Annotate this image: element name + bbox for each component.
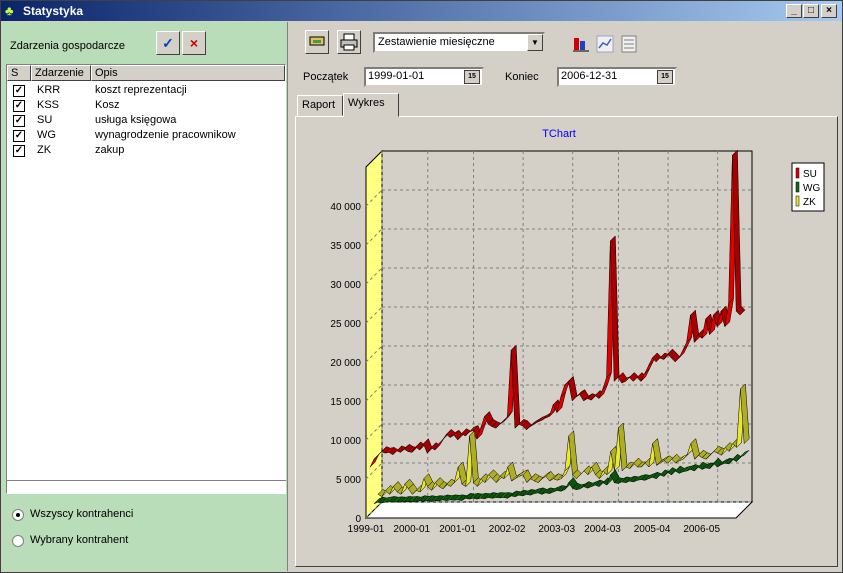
row-checkbox[interactable]: ✓ — [13, 85, 25, 97]
table-row[interactable]: ✓ ZK zakup — [7, 143, 285, 158]
line-chart-button[interactable] — [594, 33, 614, 53]
y-tick-label: 5 000 — [336, 475, 361, 486]
radio-all-contractors[interactable]: Wszyscy kontrahenci — [12, 507, 272, 523]
y-tick-label: 35 000 — [330, 241, 361, 252]
y-tick-label: 25 000 — [330, 319, 361, 330]
y-tick-label: 40 000 — [330, 202, 361, 213]
event-code: SU — [37, 114, 53, 126]
start-date-input[interactable]: 1999-01-01 15 — [364, 67, 484, 87]
events-panel: Zdarzenia gospodarcze ✓ × S Zdarzenie Op… — [2, 22, 288, 571]
event-description: zakup — [95, 144, 125, 156]
chart-tab-panel: TChart 0 5 000 10 000 15 000 20 000 25 000 30 0… — [295, 116, 838, 567]
column-header-zdarzenie[interactable]: Zdarzenie — [31, 65, 91, 81]
window-title: Statystyka — [23, 4, 84, 18]
events-header: Zdarzenia gospodarcze — [10, 40, 125, 52]
y-tick-label: 20 000 — [330, 358, 361, 369]
y-tick-label: 15 000 — [330, 397, 361, 408]
radio-dot[interactable] — [12, 509, 24, 521]
x-tick-label: 2004-03 — [584, 524, 621, 535]
bar-chart-icon — [573, 38, 589, 52]
statystyka-window: ♣ Statystyka _ □ × Zdarzenia gospodarcze… — [0, 0, 843, 573]
legend-swatch — [795, 195, 800, 207]
table-row[interactable]: ✓ KSS Kosz — [7, 98, 285, 113]
end-date-label: Koniec — [505, 71, 539, 83]
close-button[interactable]: × — [821, 4, 837, 18]
print-button[interactable] — [337, 30, 361, 54]
calendar-icon[interactable]: 15 — [657, 70, 673, 84]
maximize-button[interactable]: □ — [803, 4, 819, 18]
event-description: usługa księgowa — [95, 114, 177, 126]
legend-label: SU — [803, 169, 817, 180]
chart-title: TChart — [542, 128, 576, 140]
chevron-down-icon[interactable]: ▼ — [527, 34, 543, 51]
reject-button[interactable]: × — [182, 31, 206, 55]
x-tick-label: 2003-03 — [538, 524, 575, 535]
event-description: Kosz — [95, 99, 120, 111]
x-tick-label: 2000-01 — [393, 524, 430, 535]
minimize-button[interactable]: _ — [786, 4, 802, 18]
radio-label: Wszyscy kontrahenci — [30, 508, 134, 520]
bar-chart-button[interactable] — [570, 33, 590, 53]
radio-label: Wybrany kontrahent — [30, 534, 129, 546]
x-tick-label: 2001-01 — [439, 524, 476, 535]
contractor-filter: Wszyscy kontrahenci Wybrany kontrahent — [6, 480, 286, 569]
x-tick-label: 2005-04 — [634, 524, 671, 535]
row-checkbox[interactable]: ✓ — [13, 100, 25, 112]
calendar-icon[interactable]: 15 — [464, 70, 480, 84]
title-bar[interactable]: ♣ Statystyka _ □ × — [1, 1, 842, 21]
event-code: ZK — [37, 144, 52, 156]
table-row[interactable]: ✓ KRR koszt reprezentacji — [7, 83, 285, 98]
start-date-value: 1999-01-01 — [368, 70, 425, 82]
legend-swatch — [795, 181, 800, 193]
tab-wykres[interactable]: Wykres — [343, 93, 399, 117]
event-description: wynagrodzenie pracownikow — [95, 129, 236, 141]
y-tick-label: 30 000 — [330, 280, 361, 291]
radio-selected-contractor[interactable]: Wybrany kontrahent — [12, 533, 272, 549]
table-row[interactable]: ✓ SU usługa księgowa — [7, 113, 285, 128]
refresh-button[interactable] — [305, 30, 329, 54]
floor — [364, 501, 754, 519]
event-code: WG — [37, 129, 56, 141]
column-header-s[interactable]: S — [7, 65, 31, 81]
row-checkbox[interactable]: ✓ — [13, 145, 25, 157]
accept-button[interactable]: ✓ — [156, 31, 180, 55]
row-checkbox[interactable]: ✓ — [13, 130, 25, 142]
events-grid[interactable]: S Zdarzenie Opis ✓ KRR koszt reprezentacji… — [6, 64, 286, 494]
refresh-icon — [309, 36, 325, 46]
row-checkbox[interactable]: ✓ — [13, 115, 25, 127]
event-description: koszt reprezentacji — [95, 84, 187, 96]
table-row[interactable]: ✓ WG wynagrodzenie pracownikow — [7, 128, 285, 143]
x-tick-label: 1999-01 — [348, 524, 385, 535]
legend-label: ZK — [803, 197, 816, 208]
legend-label: WG — [803, 183, 820, 194]
x-tick-label: 2002-02 — [489, 524, 526, 535]
x-tick-label: 2006-05 — [683, 524, 720, 535]
end-date-input[interactable]: 2006-12-31 15 — [557, 67, 677, 87]
report-type-value: Zestawienie miesięczne — [378, 36, 495, 48]
radio-dot[interactable] — [12, 535, 24, 547]
tab-raport[interactable]: Raport — [297, 95, 343, 116]
cross-icon: × — [189, 35, 199, 51]
monthly-chart: TChart05 00010 00015 00020 00025 00030 0… — [330, 128, 825, 535]
line-chart-icon — [596, 35, 614, 53]
statistics-panel: Zestawienie miesięczne ▼ Początek 1999-0… — [289, 22, 842, 571]
printer-icon — [340, 33, 358, 51]
chart-icon: ♣ — [5, 3, 14, 18]
y-tick-label: 10 000 — [330, 436, 361, 447]
column-header-opis[interactable]: Opis — [91, 65, 285, 81]
table-icon — [621, 35, 637, 53]
start-date-label: Początek — [303, 71, 349, 83]
end-date-value: 2006-12-31 — [561, 70, 618, 82]
table-view-button[interactable] — [618, 33, 638, 53]
event-code: KRR — [37, 84, 61, 96]
grid-header: S Zdarzenie Opis — [7, 65, 285, 81]
legend-swatch — [795, 167, 800, 179]
check-icon: ✓ — [162, 35, 174, 51]
event-code: KSS — [37, 99, 60, 111]
report-type-select[interactable]: Zestawienie miesięczne ▼ — [373, 32, 545, 53]
